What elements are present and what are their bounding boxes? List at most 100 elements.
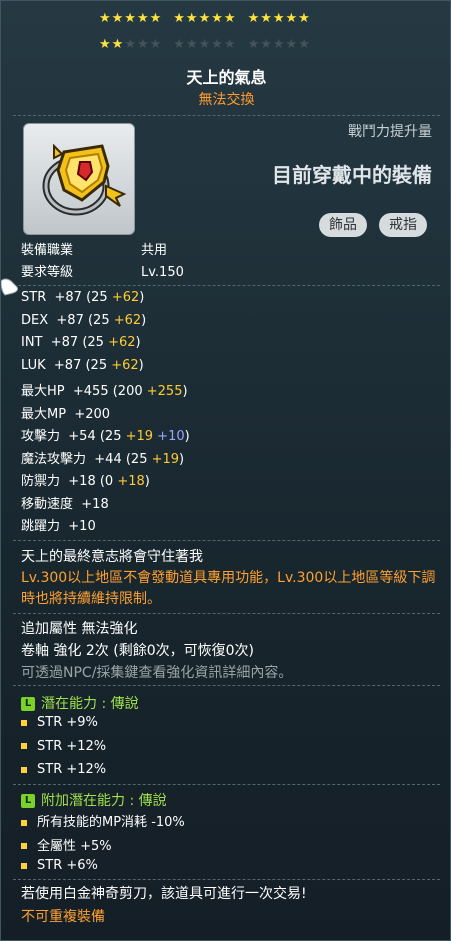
star-empty-icon: ★ — [198, 37, 212, 52]
star-empty-icon: ★ — [136, 37, 150, 52]
star-empty-icon: ★ — [272, 37, 286, 52]
stat-label: 魔法攻擊力 — [21, 451, 87, 467]
star-empty-icon: ★ — [285, 37, 299, 52]
requirement-value: Lv.150 — [141, 265, 184, 280]
stat-total: +10 — [60, 519, 100, 534]
stat-bonus: +62 — [111, 357, 139, 373]
stat-row: 最大HP +455 (200 +255) — [21, 380, 188, 399]
stat-base: (25 — [85, 357, 112, 373]
additional-potential-title: 附加潛在能力 : 傳說 — [41, 793, 167, 809]
star-group: ★★★★★ — [99, 37, 162, 52]
stat-row: 移動速度 +18 — [21, 493, 113, 512]
tag-ring: 戒指 — [379, 213, 427, 237]
potential-header: L 潛在能力 : 傳說 — [21, 693, 139, 713]
stat-total: +200 — [66, 406, 115, 422]
equipped-status: 目前穿戴中的裝備 — [272, 163, 432, 187]
stat-total: +44 — [86, 451, 126, 467]
stat-label: 防禦力 — [21, 474, 61, 489]
stat-close: ) — [141, 312, 147, 328]
stat-row: 魔法攻擊力 +44 (25 +19) — [21, 448, 184, 467]
star-filled-icon: ★ — [99, 37, 112, 52]
item-name: 天上的氣息 — [186, 68, 267, 87]
stat-row: INT +87 (25 +62) — [21, 335, 141, 350]
stat-bonus: +19 — [151, 451, 180, 467]
potential-line: STR +12% — [21, 739, 106, 754]
bullet-icon — [21, 743, 27, 749]
star-empty-icon: ★ — [124, 37, 137, 52]
potential-line: 所有技能的MP消耗 -10% — [21, 811, 185, 830]
stat-label: STR — [21, 290, 47, 305]
level-restriction-note: Lv.300以上地區不會發動道具專用功能，Lv.300以上地區等級下調時也將持續… — [21, 570, 436, 607]
star-group: ★★★★★ — [248, 37, 311, 52]
stat-close: ) — [144, 474, 150, 489]
divider — [13, 879, 440, 881]
potential-text: 所有技能的MP消耗 -10% — [37, 815, 185, 830]
legendary-grade-icon: L — [21, 697, 35, 711]
stat-row: 最大MP +200 — [21, 403, 114, 422]
extra-attribute-line: 追加屬性 無法強化 — [21, 621, 138, 637]
stat-close: ) — [184, 429, 190, 444]
potential-text: STR +9% — [37, 715, 98, 730]
stat-base: (25 — [99, 429, 126, 444]
star-empty-icon: ★ — [185, 37, 199, 52]
bullet-icon — [21, 766, 27, 773]
stat-total: +87 — [46, 290, 87, 305]
potential-text: STR +12% — [37, 738, 107, 754]
star-group: ★★★★★ — [247, 11, 311, 26]
stat-total: +54 — [60, 429, 100, 444]
stat-close: ) — [135, 335, 141, 350]
potential-text: 全屬性 +5% — [37, 838, 112, 854]
star-force-row-2: ★★★★★ ★★★★★ ★★★★★ — [99, 37, 369, 52]
stat-bonus: +62 — [108, 335, 136, 350]
star-filled-icon: ★ — [111, 37, 125, 52]
stat-total: +87 — [45, 357, 86, 373]
legendary-grade-icon: L — [21, 794, 35, 808]
star-empty-icon: ★ — [211, 37, 224, 52]
bullet-icon — [21, 843, 27, 849]
stat-total: +18 — [60, 474, 100, 489]
stat-label: DEX — [21, 312, 49, 328]
stat-row: STR +87 (25 +62) — [21, 290, 144, 305]
stat-base: (25 — [82, 335, 109, 350]
divider — [13, 685, 440, 687]
item-icon-frame — [23, 123, 135, 235]
stat-close: ) — [179, 451, 185, 467]
potential-line: STR +9% — [21, 715, 98, 730]
stat-total: +87 — [48, 312, 88, 328]
stat-label: LUK — [21, 357, 46, 373]
stat-row: 跳躍力 +10 — [21, 515, 100, 534]
requirement-label: 要求等級 — [21, 265, 74, 280]
additional-potential-header: L 附加潛在能力 : 傳說 — [21, 790, 167, 810]
stat-close: ) — [182, 384, 188, 399]
combat-power-label: 戰鬥力提升量 — [348, 124, 432, 140]
divider — [13, 115, 440, 117]
tag-accessory: 飾品 — [319, 213, 367, 237]
star-empty-icon: ★ — [298, 37, 311, 52]
divider — [13, 784, 440, 786]
potential-text: STR +6% — [37, 858, 98, 873]
gold-heart-ring-icon — [42, 143, 127, 216]
divider — [13, 540, 440, 542]
stat-base: (0 — [99, 474, 118, 489]
stat-label: INT — [21, 335, 43, 350]
stat-base: (25 — [86, 290, 112, 305]
stat-bonus: +18 — [117, 474, 145, 489]
potential-text: STR +12% — [37, 762, 107, 777]
requirement-level: 要求等級 Lv.150 — [21, 261, 184, 280]
stat-bonus: +62 — [113, 312, 142, 328]
stat-row: DEX +87 (25 +62) — [21, 313, 146, 328]
scroll-enhance-line: 卷軸 強化 2次 (剩餘0次，可恢復0次) — [21, 643, 254, 659]
stat-total: +18 — [73, 496, 113, 512]
item-tooltip: ★★★★★ ★★★★★ ★★★★★ ★★★★★ ★★★★★ ★★★★★ 天上的氣息 無法… — [0, 0, 451, 941]
requirement-value: 共用 — [141, 243, 168, 258]
stat-row: 攻擊力 +54 (25 +19 +10) — [21, 425, 190, 444]
stat-row: LUK +87 (25 +62) — [21, 358, 144, 373]
stat-label: 跳躍力 — [21, 519, 61, 534]
item-description: 天上的最終意志將會守住著我 — [21, 549, 203, 565]
divider — [13, 285, 440, 287]
potential-line: STR +12% — [21, 762, 106, 777]
requirement-label: 裝備職業 — [21, 243, 74, 258]
stat-base: (200 — [112, 384, 147, 399]
bullet-icon — [21, 719, 27, 726]
scissors-note: 若使用白金神奇剪刀，該道具可進行一次交易! — [21, 886, 307, 902]
